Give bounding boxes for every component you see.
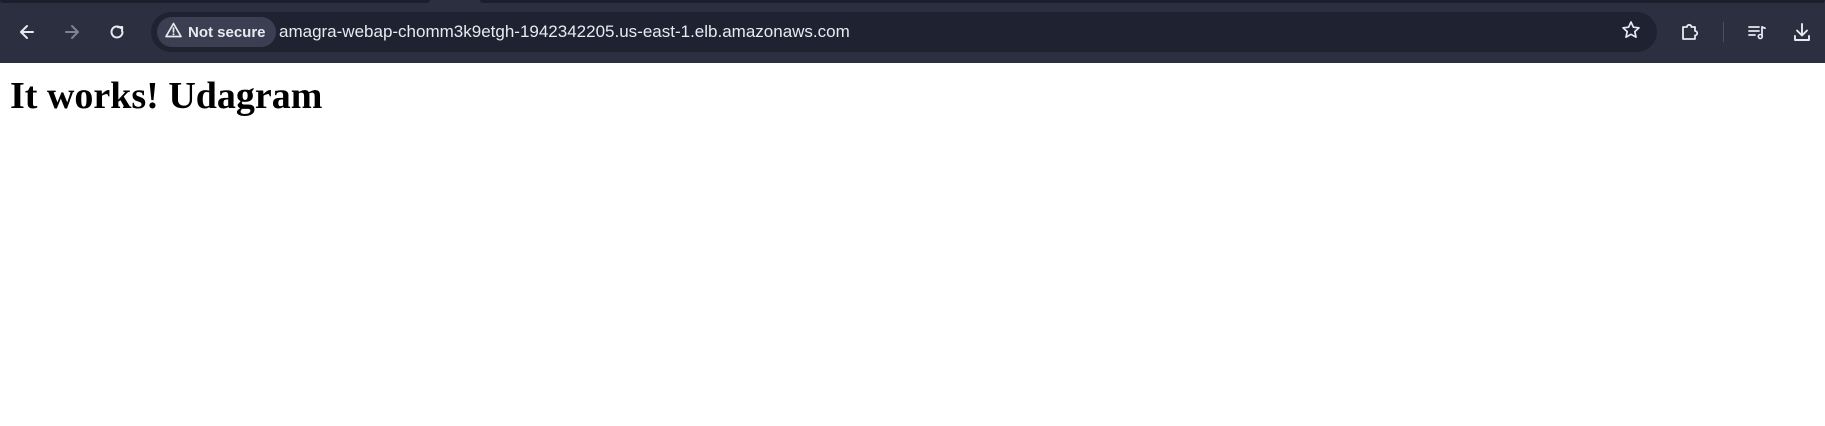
page-content: It works! Udagram	[0, 63, 1825, 120]
bookmark-button[interactable]	[1617, 18, 1645, 46]
extensions-button[interactable]	[1672, 14, 1708, 50]
back-arrow-icon	[17, 22, 37, 42]
page-heading: It works! Udagram	[10, 75, 323, 117]
security-chip[interactable]: Not secure	[157, 17, 276, 47]
address-bar[interactable]: Not secure amagra-webap-chomm3k9etgh-194…	[151, 12, 1657, 52]
url-text[interactable]: amagra-webap-chomm3k9etgh-1942342205.us-…	[279, 12, 850, 52]
reload-button[interactable]	[99, 14, 135, 50]
security-label: Not secure	[188, 23, 266, 41]
browser-toolbar: Not secure amagra-webap-chomm3k9etgh-194…	[0, 0, 1825, 63]
reload-icon	[107, 22, 127, 42]
toolbar-divider	[1723, 22, 1724, 42]
star-icon	[1621, 20, 1641, 45]
tab-strip-edge	[0, 0, 430, 3]
forward-arrow-icon	[62, 22, 82, 42]
media-controls-button[interactable]	[1739, 14, 1775, 50]
media-queue-icon	[1746, 21, 1768, 43]
tab-strip-edge	[480, 0, 1825, 3]
back-button[interactable]	[9, 14, 45, 50]
warning-triangle-icon	[165, 22, 182, 43]
puzzle-piece-icon	[1679, 21, 1701, 43]
download-icon	[1791, 21, 1813, 43]
forward-button[interactable]	[54, 14, 90, 50]
downloads-button[interactable]	[1784, 14, 1820, 50]
